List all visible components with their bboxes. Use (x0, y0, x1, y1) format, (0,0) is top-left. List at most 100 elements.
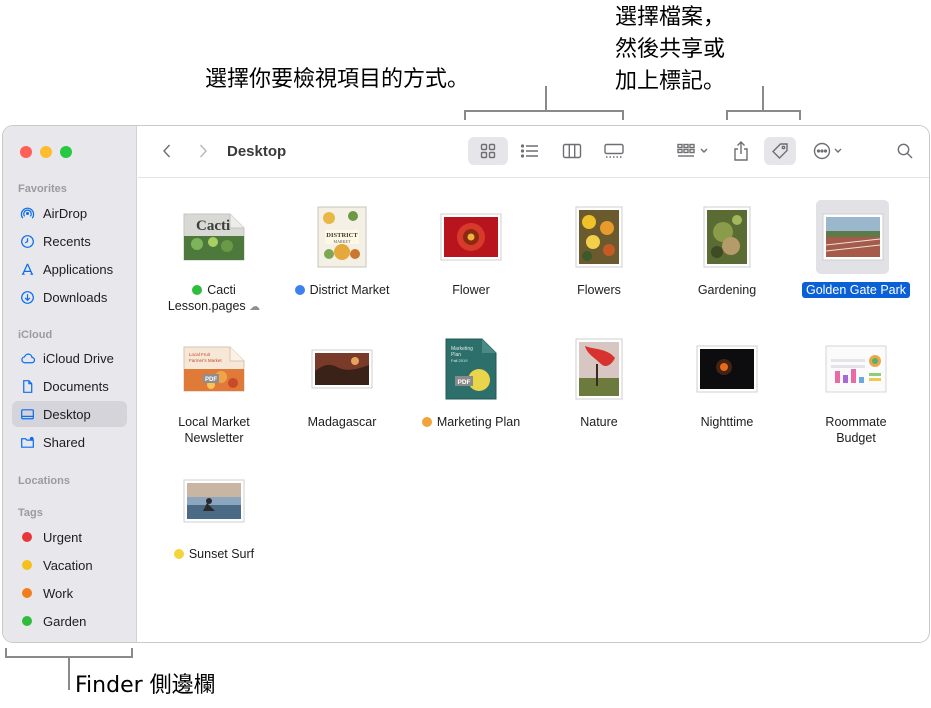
finder-window: Favorites AirDrop Recents Applications D… (2, 125, 930, 643)
airdrop-icon (19, 205, 35, 221)
sidebar: Favorites AirDrop Recents Applications D… (3, 126, 137, 642)
group-icon (677, 143, 708, 157)
file-name-line-1: Cacti (207, 283, 236, 297)
applications-icon (19, 261, 35, 277)
sidebar-bracket-stem (68, 658, 70, 690)
action-menu-button[interactable] (808, 137, 852, 165)
group-by-button[interactable] (672, 137, 714, 165)
sidebar-item-documents[interactable]: Documents (12, 373, 127, 399)
close-window-button[interactable] (20, 146, 32, 158)
blue-tag-dot (294, 285, 305, 295)
yellow-tag-dot (22, 560, 32, 570)
sidebar-item-shared[interactable]: Shared (12, 429, 127, 455)
cloud-icon (19, 350, 35, 366)
file-name-line-2: Budget (836, 431, 876, 445)
sidebar-item-airdrop[interactable]: AirDrop (12, 200, 127, 226)
favorites-heading: Favorites (18, 183, 67, 195)
file-item[interactable]: Cacti Cacti Lesson.pages ☁ (150, 200, 278, 320)
list-icon (520, 144, 538, 158)
sidebar-item-icloud-drive[interactable]: iCloud Drive (12, 345, 127, 371)
gallery-view-button[interactable] (594, 137, 634, 165)
icon-view-button[interactable] (468, 137, 508, 165)
shared-folder-icon (19, 434, 35, 450)
file-thumbnail (535, 332, 663, 406)
share-tag-callout: 選擇檔案， 然後共享或 加上標記。 (615, 2, 725, 98)
sidebar-item-desktop[interactable]: Desktop (12, 401, 127, 427)
file-name: District Market (278, 282, 406, 298)
file-thumbnail (663, 200, 791, 274)
sidebar-item-tag-vacation[interactable]: Vacation (12, 552, 127, 578)
marketing-thumb-line-3: Fall 2019 (451, 358, 468, 363)
file-name: Roommate Budget (792, 414, 920, 446)
desktop-icon (19, 406, 35, 422)
share-tag-bracket-stem (762, 86, 764, 110)
share-button[interactable] (726, 137, 756, 165)
file-item[interactable]: Golden Gate Park (792, 200, 920, 320)
file-item[interactable]: Nature (535, 332, 663, 452)
file-item[interactable]: Gardening (663, 200, 791, 320)
district-thumb-line-2: MARKET (334, 239, 351, 244)
minimize-window-button[interactable] (40, 146, 52, 158)
columns-icon (562, 143, 582, 159)
file-item[interactable]: Roommate Budget (792, 332, 920, 452)
forward-button[interactable] (192, 137, 214, 165)
zoom-window-button[interactable] (60, 146, 72, 158)
file-name-line-2: Newsletter (184, 431, 244, 445)
local-thumb-line-2: Farmer's Market (189, 358, 222, 363)
file-item[interactable]: Flower (407, 200, 535, 320)
search-button[interactable] (890, 137, 920, 165)
file-name-line-1: Roommate (825, 415, 887, 429)
back-button[interactable] (156, 137, 178, 165)
locations-heading[interactable]: Locations (18, 475, 70, 487)
sidebar-item-label: Documents (43, 378, 109, 394)
file-item[interactable]: Marketing Plan Fall 2019 PDF Marketing P… (407, 332, 535, 452)
column-view-button[interactable] (552, 137, 592, 165)
file-item[interactable]: Madagascar (278, 332, 406, 452)
list-view-button[interactable] (510, 137, 550, 165)
sidebar-item-label: Recents (43, 233, 91, 249)
sidebar-item-label: Vacation (43, 557, 93, 573)
yellow-tag-dot (173, 549, 184, 559)
sidebar-item-recents[interactable]: Recents (12, 228, 127, 254)
pdf-badge: PDF (458, 379, 471, 386)
file-item[interactable]: Nighttime (663, 332, 791, 452)
sidebar-item-applications[interactable]: Applications (12, 256, 127, 282)
file-name: Marketing Plan (407, 414, 535, 430)
file-item[interactable]: DISTRICT MARKET District Market (278, 200, 406, 320)
file-item[interactable]: Sunset Surf (150, 464, 278, 584)
file-thumbnail: Cacti (150, 200, 278, 274)
pdf-badge: PDF (205, 377, 217, 383)
tags-heading[interactable]: Tags (18, 507, 43, 519)
download-icon (19, 289, 35, 305)
tag-button[interactable] (764, 137, 796, 165)
icloud-download-icon[interactable]: ☁ (249, 301, 260, 313)
selected-file-name[interactable]: Golden Gate Park (801, 282, 911, 298)
sidebar-item-label: Urgent (43, 529, 83, 545)
icloud-heading: iCloud (18, 329, 53, 341)
sidebar-item-tag-urgent[interactable]: Urgent (12, 524, 127, 550)
sidebar-item-tag-work[interactable]: Work (12, 580, 127, 606)
sidebar-item-tag-garden[interactable]: Garden (12, 608, 127, 634)
gallery-icon (604, 143, 624, 158)
local-thumb-line-1: Local Fruit (189, 352, 211, 357)
window-title: Desktop (227, 143, 287, 160)
sidebar-item-downloads[interactable]: Downloads (12, 284, 127, 310)
sidebar-callout: Finder 側邊欄 (75, 673, 216, 698)
orange-tag-dot (421, 417, 432, 427)
file-thumbnail (407, 200, 535, 274)
document-icon (19, 378, 35, 394)
tag-icon (772, 143, 788, 159)
grid-icon (480, 143, 496, 159)
file-name[interactable]: Golden Gate Park (792, 282, 920, 298)
sidebar-item-label: Garden (43, 613, 87, 629)
file-item[interactable]: Flowers (535, 200, 663, 320)
file-thumbnail: DISTRICT MARKET (278, 200, 406, 274)
search-icon (897, 143, 913, 159)
file-item[interactable]: Local Fruit Farmer's Market PDF Local Ma… (150, 332, 278, 452)
share-tag-bracket (726, 110, 801, 120)
file-thumbnail (663, 332, 791, 406)
green-tag-dot (22, 616, 32, 626)
sidebar-item-label: Downloads (43, 289, 108, 305)
chevron-right-icon (199, 144, 207, 158)
share-callout-line-3: 加上標記。 (615, 69, 726, 94)
